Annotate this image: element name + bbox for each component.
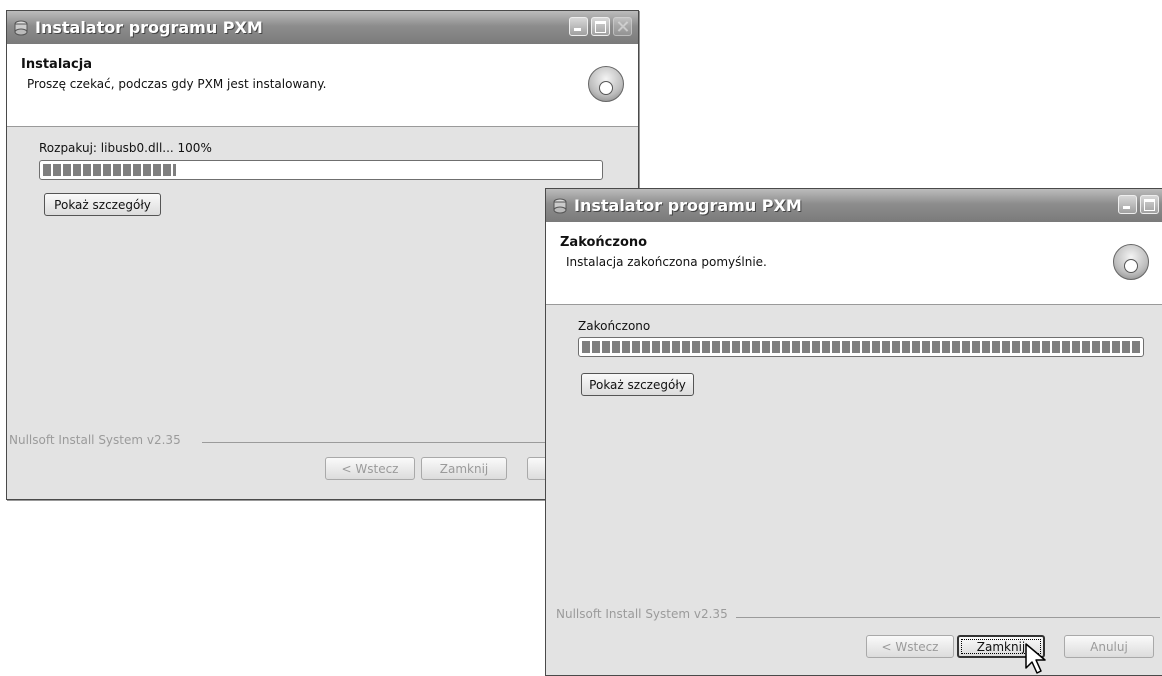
window-title: Instalator programu PXM — [35, 18, 263, 37]
disk-install-icon — [588, 66, 624, 102]
close-button[interactable]: Zamknij — [421, 457, 507, 480]
header-title: Zakończono — [560, 235, 648, 250]
wizard-header: Instalacja Proszę czekać, podczas gdy PX… — [7, 44, 638, 127]
divider — [736, 617, 1160, 618]
maximize-button[interactable] — [1140, 195, 1159, 214]
progress-bar — [578, 337, 1144, 357]
close-window-button[interactable] — [613, 17, 632, 36]
installer-icon — [553, 198, 567, 213]
minimize-button[interactable] — [1118, 195, 1137, 214]
window-title: Instalator programu PXM — [574, 196, 802, 215]
disk-install-icon — [1113, 244, 1149, 280]
installer-icon — [14, 20, 28, 35]
show-details-button[interactable]: Pokaż szczegóły — [44, 193, 161, 216]
back-button[interactable]: < Wstecz — [866, 635, 954, 658]
title-bar[interactable]: Instalator programu PXM — [546, 189, 1162, 222]
status-text: Rozpakuj: libusb0.dll... 100% — [39, 141, 212, 155]
minimize-button[interactable] — [569, 17, 588, 36]
title-bar[interactable]: Instalator programu PXM — [7, 11, 638, 44]
installer-window-finished: Instalator programu PXM Zakończono Insta… — [545, 188, 1162, 676]
header-subtitle: Proszę czekać, podczas gdy PXM jest inst… — [27, 77, 327, 91]
mouse-pointer-icon — [1025, 643, 1046, 674]
maximize-button[interactable] — [591, 17, 610, 36]
progress-bar — [39, 160, 603, 180]
divider — [202, 442, 602, 443]
back-button[interactable]: < Wstecz — [325, 457, 415, 480]
progress-fill — [582, 341, 1140, 353]
branding-text: Nullsoft Install System v2.35 — [556, 607, 728, 621]
wizard-header: Zakończono Instalacja zakończona pomyśln… — [546, 222, 1162, 305]
cancel-button[interactable]: Anuluj — [1064, 635, 1154, 658]
show-details-button[interactable]: Pokaż szczegóły — [581, 373, 694, 396]
progress-fill — [43, 164, 177, 176]
status-text: Zakończono — [578, 319, 651, 333]
branding-text: Nullsoft Install System v2.35 — [9, 433, 181, 447]
header-subtitle: Instalacja zakończona pomyślnie. — [566, 255, 767, 269]
header-title: Instalacja — [21, 57, 92, 72]
